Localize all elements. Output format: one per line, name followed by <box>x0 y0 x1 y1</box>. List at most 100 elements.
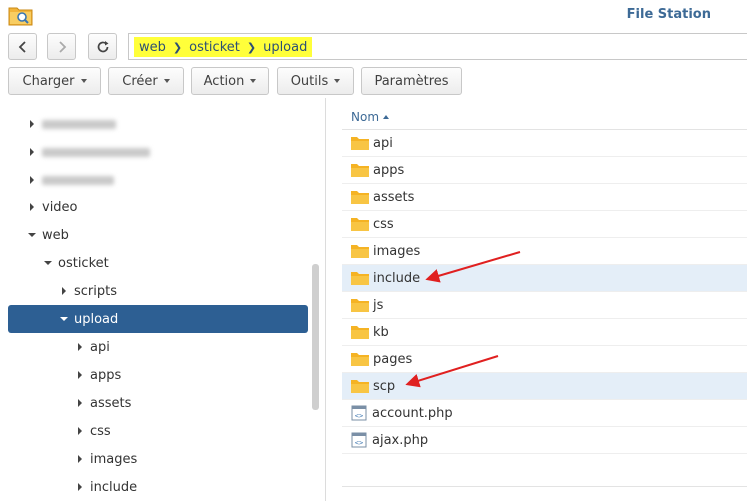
navigation-bar: web ❯ osticket ❯ upload <box>0 30 747 62</box>
list-item[interactable]: assets <box>342 184 747 211</box>
forward-button[interactable] <box>47 33 76 60</box>
svg-text:<>: <> <box>355 412 363 420</box>
list-footer-divider <box>342 486 747 487</box>
expand-arrow-icon[interactable] <box>78 399 82 407</box>
tree-item-label: api <box>90 339 110 355</box>
breadcrumb-osticket[interactable]: osticket <box>189 40 240 55</box>
breadcrumb: web ❯ osticket ❯ upload <box>134 37 313 57</box>
expand-arrow-icon[interactable] <box>78 343 82 351</box>
expand-arrow-icon[interactable] <box>30 176 34 184</box>
tree-item-video[interactable]: video <box>8 193 308 221</box>
tree-item-label: css <box>90 423 111 439</box>
list-item[interactable]: scp <box>342 373 747 400</box>
chevron-right-icon: ❯ <box>172 40 183 54</box>
folder-icon <box>351 137 369 150</box>
breadcrumb-web[interactable]: web <box>139 40 166 55</box>
file-name: apps <box>373 162 405 178</box>
folder-icon <box>351 299 369 312</box>
list-item[interactable]: <> ajax.php <box>342 427 747 454</box>
file-name: api <box>373 135 393 151</box>
tree-item-scripts[interactable]: scripts <box>8 277 308 305</box>
blurred-label <box>42 147 150 157</box>
expand-arrow-icon[interactable] <box>30 120 34 128</box>
list-item[interactable]: css <box>342 211 747 238</box>
file-name: pages <box>373 351 413 367</box>
caret-down-icon <box>250 79 257 83</box>
creer-button[interactable]: Créer <box>108 67 184 95</box>
panel-divider[interactable] <box>325 98 326 501</box>
refresh-button[interactable] <box>88 33 117 60</box>
list-item[interactable]: include <box>342 265 747 292</box>
folder-icon <box>351 245 369 258</box>
caret-down-icon <box>80 79 87 83</box>
tree-item-label: upload <box>74 311 119 327</box>
sort-ascending-icon <box>383 114 390 119</box>
tree-item-web[interactable]: web <box>8 221 308 249</box>
app-title: File Station <box>626 7 711 22</box>
parametres-label: Paramètres <box>374 73 449 89</box>
tree-scrollbar[interactable] <box>312 264 319 410</box>
expand-arrow-icon[interactable] <box>78 455 82 463</box>
expand-arrow-icon[interactable] <box>30 148 34 156</box>
file-station-app-icon <box>8 7 33 26</box>
expand-arrow-icon[interactable] <box>78 483 82 491</box>
tree-item-upload[interactable]: upload <box>8 305 308 333</box>
list-item[interactable]: pages <box>342 346 747 373</box>
file-name: scp <box>373 378 396 394</box>
file-name: assets <box>373 189 415 205</box>
folder-tree: video web osticket scripts upload api ap… <box>0 98 324 501</box>
tree-item-include[interactable]: include <box>8 473 308 501</box>
expand-arrow-icon[interactable] <box>78 371 82 379</box>
tree-item-assets[interactable]: assets <box>8 389 308 417</box>
outils-button[interactable]: Outils <box>277 67 354 95</box>
tree-item-label: assets <box>90 395 132 411</box>
tree-item-blurred-2[interactable] <box>8 138 308 166</box>
list-item[interactable]: js <box>342 292 747 319</box>
list-item[interactable]: kb <box>342 319 747 346</box>
collapse-arrow-icon[interactable] <box>28 233 36 237</box>
folder-icon <box>351 191 369 204</box>
expand-arrow-icon[interactable] <box>62 287 66 295</box>
toolbar: Charger Créer Action Outils Paramètres <box>0 66 747 96</box>
refresh-icon <box>97 40 108 52</box>
expand-arrow-icon[interactable] <box>78 427 82 435</box>
tree-item-label: video <box>42 199 78 215</box>
tree-item-css[interactable]: css <box>8 417 308 445</box>
list-item[interactable]: api <box>342 130 747 157</box>
file-name: kb <box>373 324 389 340</box>
back-button[interactable] <box>8 33 37 60</box>
tree-item-osticket[interactable]: osticket <box>8 249 308 277</box>
breadcrumb-upload[interactable]: upload <box>263 40 307 55</box>
charger-button[interactable]: Charger <box>8 67 101 95</box>
tree-item-api[interactable]: api <box>8 333 308 361</box>
charger-label: Charger <box>22 73 75 89</box>
svg-text:<>: <> <box>355 439 363 447</box>
path-bar[interactable]: web ❯ osticket ❯ upload <box>128 33 747 60</box>
tree-item-label: include <box>90 479 138 495</box>
folder-icon <box>351 326 369 339</box>
tree-item-images[interactable]: images <box>8 445 308 473</box>
file-name: js <box>373 297 384 313</box>
tree-item-label: images <box>90 451 138 467</box>
list-item[interactable]: <> account.php <box>342 400 747 427</box>
collapse-arrow-icon[interactable] <box>60 317 68 321</box>
folder-icon <box>351 218 369 231</box>
list-item[interactable]: images <box>342 238 747 265</box>
php-file-icon: <> <box>351 405 367 421</box>
tree-item-blurred-1[interactable] <box>8 110 308 138</box>
column-header-name[interactable]: Nom <box>342 104 747 130</box>
collapse-arrow-icon[interactable] <box>44 261 52 265</box>
creer-label: Créer <box>122 73 158 89</box>
folder-icon <box>351 272 369 285</box>
action-button[interactable]: Action <box>191 67 269 95</box>
tree-item-label: apps <box>90 367 122 383</box>
chevron-right-icon: ❯ <box>246 40 257 54</box>
file-name: css <box>373 216 394 232</box>
tree-item-blurred-3[interactable] <box>8 166 308 194</box>
list-item[interactable]: apps <box>342 157 747 184</box>
file-name: account.php <box>372 405 453 421</box>
expand-arrow-icon[interactable] <box>30 203 34 211</box>
parametres-button[interactable]: Paramètres <box>361 67 462 95</box>
tree-item-apps[interactable]: apps <box>8 361 308 389</box>
file-name: include <box>373 270 421 286</box>
